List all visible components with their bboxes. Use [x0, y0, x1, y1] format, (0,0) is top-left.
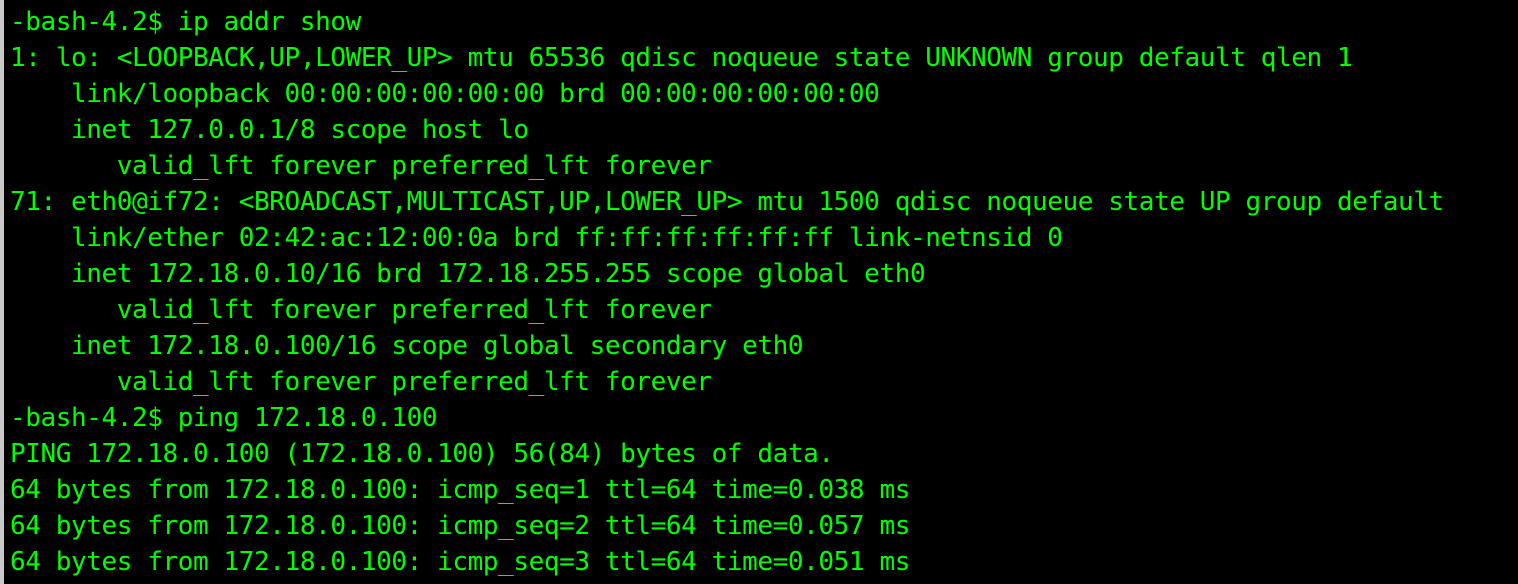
terminal-output[interactable]: -bash-4.2$ ip addr show 1: lo: <LOOPBACK… — [10, 4, 1444, 580]
terminal-line: valid_lft forever preferred_lft forever — [10, 295, 712, 325]
terminal-line: 64 bytes from 172.18.0.100: icmp_seq=2 t… — [10, 511, 910, 541]
terminal-line: valid_lft forever preferred_lft forever — [10, 367, 712, 397]
terminal-line: 71: eth0@if72: <BROADCAST,MULTICAST,UP,L… — [10, 187, 1444, 217]
terminal-line: PING 172.18.0.100 (172.18.0.100) 56(84) … — [10, 439, 834, 469]
window-edge — [0, 0, 4, 584]
terminal-line: valid_lft forever preferred_lft forever — [10, 151, 712, 181]
terminal-line: link/loopback 00:00:00:00:00:00 brd 00:0… — [10, 79, 880, 109]
terminal-line: 64 bytes from 172.18.0.100: icmp_seq=3 t… — [10, 547, 910, 577]
terminal-line: -bash-4.2$ ping 172.18.0.100 — [10, 403, 438, 433]
terminal-line: inet 127.0.0.1/8 scope host lo — [10, 115, 529, 145]
terminal-line: inet 172.18.0.10/16 brd 172.18.255.255 s… — [10, 259, 926, 289]
terminal-window[interactable]: -bash-4.2$ ip addr show 1: lo: <LOOPBACK… — [0, 0, 1518, 584]
terminal-line: 64 bytes from 172.18.0.100: icmp_seq=1 t… — [10, 475, 910, 505]
terminal-line: -bash-4.2$ ip addr show — [10, 7, 361, 37]
terminal-line: inet 172.18.0.100/16 scope global second… — [10, 331, 804, 361]
terminal-line: 1: lo: <LOOPBACK,UP,LOWER_UP> mtu 65536 … — [10, 43, 1353, 73]
terminal-line: link/ether 02:42:ac:12:00:0a brd ff:ff:f… — [10, 223, 1063, 253]
